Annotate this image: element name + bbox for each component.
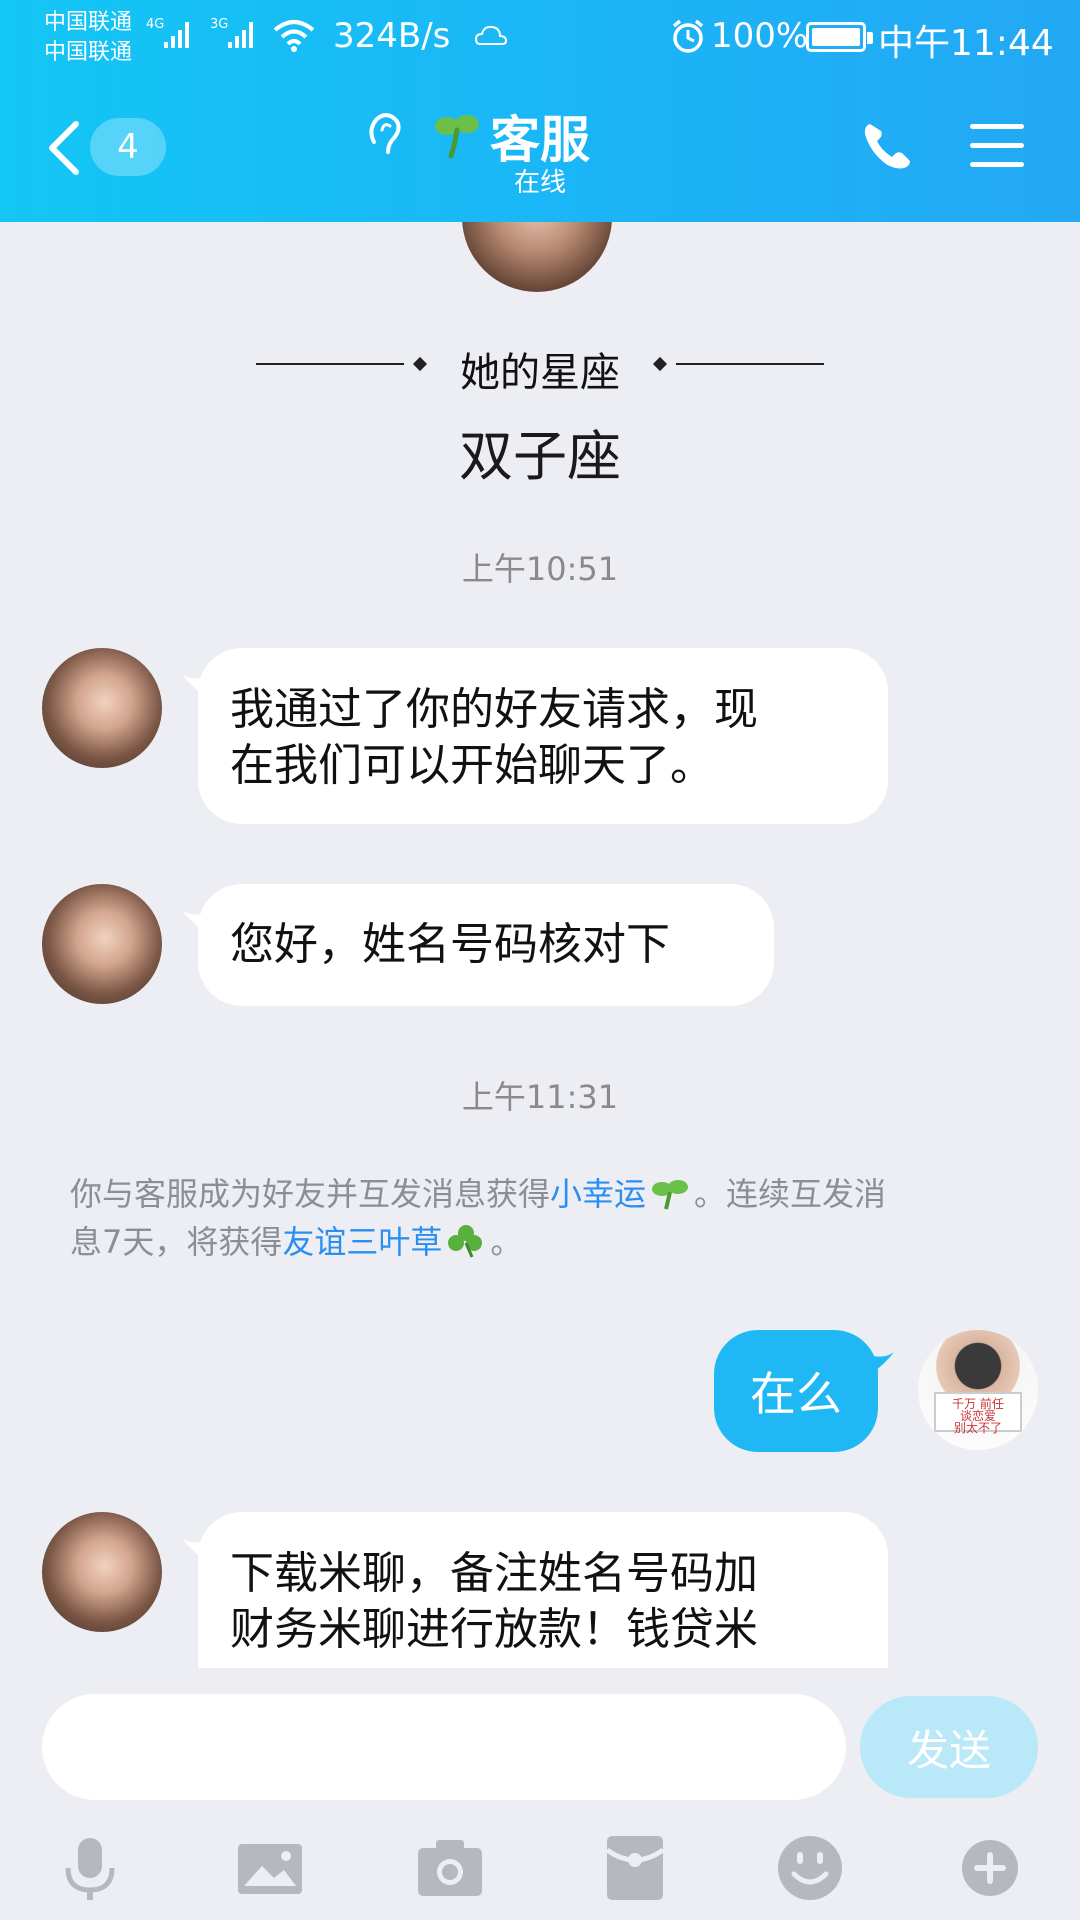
message-text: 在么 <box>750 1367 842 1421</box>
phone-call-icon[interactable] <box>860 118 916 174</box>
send-button[interactable]: 发送 <box>860 1696 1038 1798</box>
ear-icon[interactable] <box>364 108 404 158</box>
sprout-icon <box>652 1180 689 1210</box>
incoming-message-bubble[interactable]: 下载米聊，备注姓名号码加 财务米聊进行放款！钱贷米 <box>182 1512 888 1668</box>
incoming-message-bubble[interactable]: 您好，姓名号码核对下 <box>182 884 774 1006</box>
notice-text: 。 <box>490 1223 523 1261</box>
menu-icon[interactable] <box>970 124 1024 168</box>
lucky-link[interactable]: 小幸运 <box>550 1175 646 1213</box>
notice-text: 。连续互发消 <box>694 1175 887 1213</box>
message-text-line: 我通过了你的好友请求，现 <box>230 684 758 735</box>
timestamp: 上午11:31 <box>461 1078 619 1116</box>
notice-text: 你与客服成为好友并互发消息获得 <box>70 1175 551 1213</box>
chat-header: 中国联通 中国联通 4G 3G 324B/s 100% 中午11:44 4 客服… <box>0 0 1080 222</box>
zodiac-divider: 她的星座 <box>0 332 1080 396</box>
message-list[interactable]: 她的星座 双子座 上午10:51 我通过了你的好友请求，现 在我们可以开始聊天了… <box>0 222 1080 1668</box>
contact-avatar[interactable] <box>42 884 162 1004</box>
message-text-line: 财务米聊进行放款！钱贷米 <box>230 1604 758 1655</box>
self-avatar[interactable]: 千万 前任 谈恋爱 别太不了 <box>918 1330 1038 1450</box>
net-type-2: 3G <box>210 17 228 32</box>
contact-avatar[interactable] <box>42 1512 162 1632</box>
notice-text: 息7天，将获得 <box>70 1223 283 1261</box>
red-packet-icon[interactable] <box>595 1828 675 1908</box>
image-icon[interactable] <box>230 1828 310 1908</box>
carrier-1: 中国联通 <box>44 10 133 35</box>
contact-avatar[interactable] <box>42 648 162 768</box>
contact-profile-avatar[interactable] <box>462 222 612 292</box>
avatar-sign: 千万 前任 谈恋爱 别太不了 <box>934 1392 1022 1434</box>
network-speed: 324B/s <box>333 16 451 56</box>
sprout-icon <box>435 115 479 159</box>
camera-icon[interactable] <box>410 1828 490 1908</box>
microphone-icon[interactable] <box>50 1828 130 1908</box>
carrier-2: 中国联通 <box>44 40 133 65</box>
signal-3g-icon: 3G <box>210 17 253 48</box>
input-bar: 发送 <box>0 1668 1080 1920</box>
net-type-1: 4G <box>146 17 164 32</box>
weather-cloud-icon <box>474 25 508 45</box>
clover-link[interactable]: 友谊三叶草 <box>282 1223 442 1261</box>
zodiac-value: 双子座 <box>459 425 621 488</box>
alarm-clock-icon <box>672 19 704 53</box>
message-text-line: 在我们可以开始聊天了。 <box>230 740 714 791</box>
battery-icon <box>806 22 873 52</box>
status-bar: 中国联通 中国联通 4G 3G 324B/s 100% 中午11:44 <box>0 0 1080 74</box>
wifi-icon <box>273 20 315 52</box>
incoming-message-bubble[interactable]: 我通过了你的好友请求，现 在我们可以开始聊天了。 <box>182 648 888 824</box>
system-notice: 你与客服成为好友并互发消息获得小幸运 。连续互发消 息7天，将获得友谊三叶草 。 <box>70 1170 1010 1266</box>
message-input[interactable] <box>42 1694 846 1800</box>
outgoing-message-bubble[interactable]: 在么 <box>714 1330 894 1452</box>
carrier-info: 中国联通 中国联通 <box>44 8 132 68</box>
message-text-line: 下载米聊，备注姓名号码加 <box>230 1548 758 1599</box>
plus-icon[interactable] <box>950 1828 1030 1908</box>
signal-4g-icon: 4G <box>146 17 189 48</box>
online-status: 在线 <box>513 168 566 198</box>
emoji-icon[interactable] <box>770 1828 850 1908</box>
zodiac-label: 她的星座 <box>460 350 620 396</box>
status-time: 中午11:44 <box>878 23 1054 64</box>
clover-icon <box>448 1225 483 1258</box>
message-text: 您好，姓名号码核对下 <box>230 919 670 970</box>
battery-percent: 100% <box>711 16 809 56</box>
timestamp: 上午10:51 <box>461 550 619 588</box>
